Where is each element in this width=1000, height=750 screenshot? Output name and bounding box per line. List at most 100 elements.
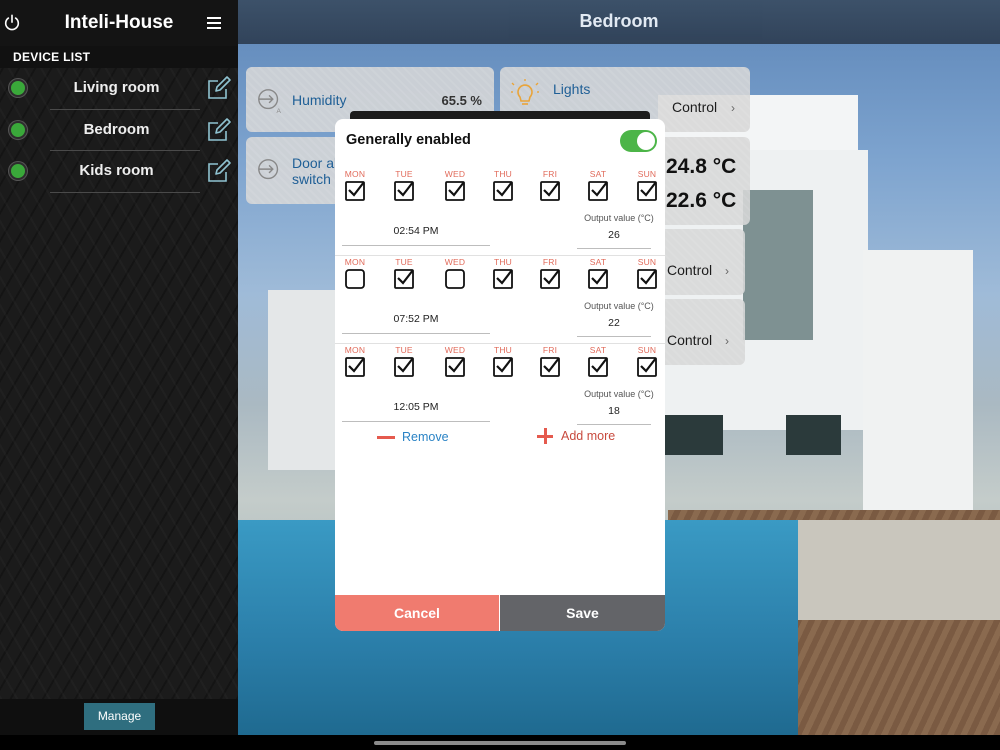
top-bar: Bedroom: [238, 0, 1000, 44]
day-toggle-tue[interactable]: TUE: [390, 256, 418, 289]
remove-label: Remove: [402, 430, 449, 444]
day-label: SUN: [637, 169, 657, 179]
day-label: THU: [493, 169, 513, 179]
checkbox-checked-icon[interactable]: [588, 357, 608, 377]
day-label: TUE: [395, 169, 413, 179]
cancel-button[interactable]: Cancel: [335, 595, 499, 631]
output-value-label: Output value (°C): [584, 389, 654, 399]
edit-icon[interactable]: [206, 117, 232, 143]
checkbox-checked-icon[interactable]: [345, 181, 365, 201]
day-label: FRI: [542, 257, 558, 267]
lightbulb-icon: [511, 79, 539, 105]
checkbox-checked-icon[interactable]: [540, 181, 560, 201]
manage-button[interactable]: Manage: [84, 703, 155, 730]
edit-icon[interactable]: [206, 158, 232, 184]
day-toggle-sat[interactable]: SAT: [584, 168, 612, 201]
device-item-bedroom[interactable]: Bedroom: [0, 110, 238, 151]
lights-label: Lights: [553, 81, 591, 97]
checkbox-checked-icon[interactable]: [637, 269, 657, 289]
day-toggle-mon[interactable]: MON: [341, 256, 369, 289]
edit-icon[interactable]: [206, 75, 232, 101]
output-value-input[interactable]: 26: [577, 229, 651, 241]
device-name: Bedroom: [83, 120, 150, 138]
checkbox-checked-icon[interactable]: [394, 181, 414, 201]
humidity-label: Humidity: [292, 92, 347, 108]
chevron-right-icon: ›: [731, 101, 735, 115]
schedule-time[interactable]: 12:05 PM: [342, 401, 490, 413]
output-value-input[interactable]: 18: [577, 405, 651, 417]
hamburger-menu-icon[interactable]: [207, 17, 221, 29]
chevron-right-icon: ›: [725, 264, 729, 278]
day-label: MON: [344, 345, 366, 355]
app-screen: Inteli-House DEVICE LIST Living room Bed…: [0, 0, 1000, 750]
day-toggle-thu[interactable]: THU: [489, 256, 517, 289]
home-indicator: [374, 741, 626, 745]
checkbox-checked-icon[interactable]: [493, 357, 513, 377]
schedule-time[interactable]: 02:54 PM: [342, 225, 490, 237]
schedule-time[interactable]: 07:52 PM: [342, 313, 490, 325]
day-toggle-sat[interactable]: SAT: [584, 256, 612, 289]
day-toggle-mon[interactable]: MON: [341, 168, 369, 201]
output-underline: [577, 336, 651, 337]
control-link[interactable]: Control: [667, 332, 712, 348]
door-label-line1: Door al: [292, 155, 338, 171]
day-toggle-fri[interactable]: FRI: [536, 256, 564, 289]
save-button[interactable]: Save: [500, 595, 665, 631]
checkbox-checked-icon[interactable]: [345, 357, 365, 377]
day-toggle-wed[interactable]: WED: [441, 256, 469, 289]
day-toggle-fri[interactable]: FRI: [536, 168, 564, 201]
checkbox-checked-icon[interactable]: [588, 269, 608, 289]
checkbox-checked-icon[interactable]: [588, 181, 608, 201]
remove-button[interactable]: Remove: [377, 429, 449, 445]
day-toggle-fri[interactable]: FRI: [536, 344, 564, 377]
checkbox-checked-icon[interactable]: [493, 181, 513, 201]
time-underline: [342, 421, 490, 422]
lights-control-link[interactable]: Control: [672, 99, 717, 115]
checkbox-checked-icon[interactable]: [637, 181, 657, 201]
door-label-line2: switch: [292, 171, 331, 187]
checkbox-checked-icon[interactable]: [637, 357, 657, 377]
humidity-value: 65.5 %: [441, 93, 482, 108]
schedule-modal: Generally enabled MON TUE WED THU FRI SAT SUN 0…: [335, 119, 665, 631]
day-label: SUN: [637, 257, 657, 267]
day-label: TUE: [395, 257, 413, 267]
add-more-button[interactable]: Add more: [537, 427, 615, 445]
day-toggle-wed[interactable]: WED: [441, 168, 469, 201]
checkbox-unchecked-icon[interactable]: [445, 269, 465, 289]
day-label: MON: [344, 257, 366, 267]
day-toggle-sun[interactable]: SUN: [633, 256, 661, 289]
status-dot-icon: [9, 120, 27, 139]
checkbox-checked-icon[interactable]: [394, 357, 414, 377]
device-list-heading: DEVICE LIST: [0, 46, 238, 68]
checkbox-checked-icon[interactable]: [493, 269, 513, 289]
day-toggle-mon[interactable]: MON: [341, 344, 369, 377]
device-item-living-room[interactable]: Living room: [0, 68, 238, 110]
power-icon[interactable]: [3, 14, 21, 32]
plus-icon: [537, 428, 553, 444]
day-toggle-sun[interactable]: SUN: [633, 344, 661, 377]
sensor-arrow-icon: A: [258, 89, 282, 115]
day-toggle-wed[interactable]: WED: [441, 344, 469, 377]
day-toggle-sat[interactable]: SAT: [584, 344, 612, 377]
day-toggle-thu[interactable]: THU: [489, 168, 517, 201]
day-toggle-sun[interactable]: SUN: [633, 168, 661, 201]
checkbox-checked-icon[interactable]: [445, 357, 465, 377]
day-label: FRI: [542, 345, 558, 355]
device-item-kids-room[interactable]: Kids room: [0, 151, 238, 193]
day-toggle-thu[interactable]: THU: [489, 344, 517, 377]
generally-enabled-toggle[interactable]: [620, 130, 657, 152]
checkbox-unchecked-icon[interactable]: [345, 269, 365, 289]
checkbox-checked-icon[interactable]: [540, 357, 560, 377]
checkbox-checked-icon[interactable]: [394, 269, 414, 289]
day-toggle-tue[interactable]: TUE: [390, 168, 418, 201]
day-label: SAT: [589, 169, 607, 179]
checkbox-checked-icon[interactable]: [445, 181, 465, 201]
day-toggle-tue[interactable]: TUE: [390, 344, 418, 377]
control-link[interactable]: Control: [667, 262, 712, 278]
time-underline: [342, 245, 490, 246]
day-label: THU: [493, 257, 513, 267]
checkbox-checked-icon[interactable]: [540, 269, 560, 289]
output-value-input[interactable]: 22: [577, 317, 651, 329]
day-label: WED: [444, 169, 466, 179]
day-label: THU: [493, 345, 513, 355]
